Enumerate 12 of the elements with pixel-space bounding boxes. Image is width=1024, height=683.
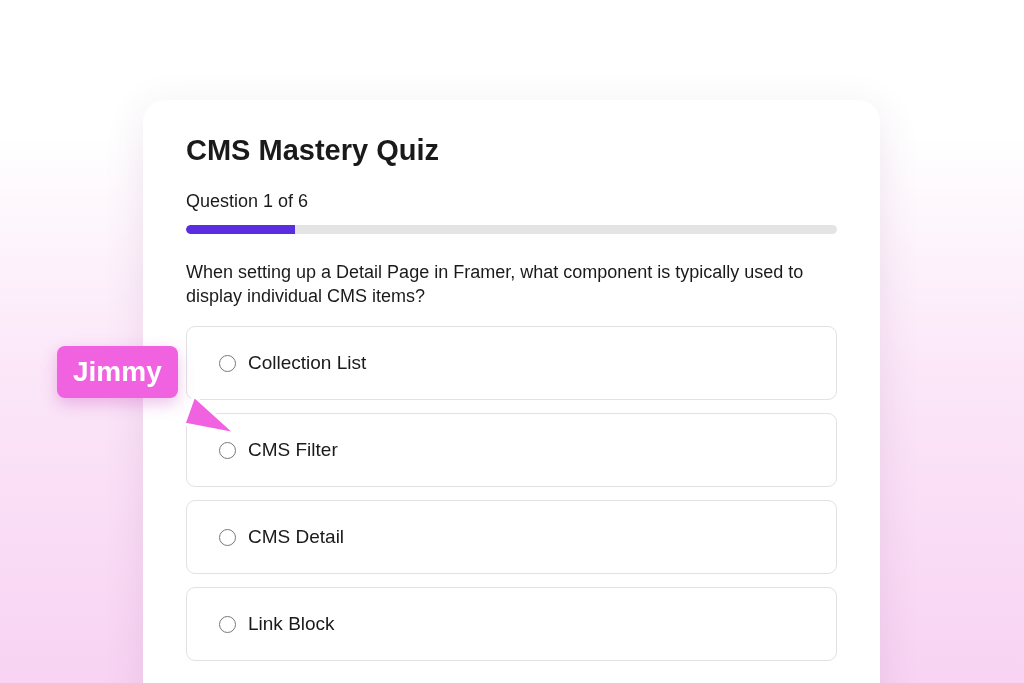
progress-label: Question 1 of 6 <box>186 190 310 212</box>
question-text: When setting up a Detail Page in Framer, what component is typically used to display individual CMS items? <box>186 261 805 308</box>
quiz-title: CMS Mastery Quiz <box>186 133 440 168</box>
cursor-name-tag: Jimmy <box>57 346 178 398</box>
answer-option[interactable]: Collection List <box>186 326 837 400</box>
option-label: CMS Filter <box>248 439 338 461</box>
option-label: Link Block <box>248 613 335 635</box>
option-label: CMS Detail <box>248 526 345 548</box>
answer-option[interactable]: CMS Detail <box>186 500 837 574</box>
option-label: Collection List <box>248 352 367 374</box>
answer-option[interactable]: Link Block <box>186 587 837 661</box>
answer-option[interactable]: CMS Filter <box>186 413 837 487</box>
